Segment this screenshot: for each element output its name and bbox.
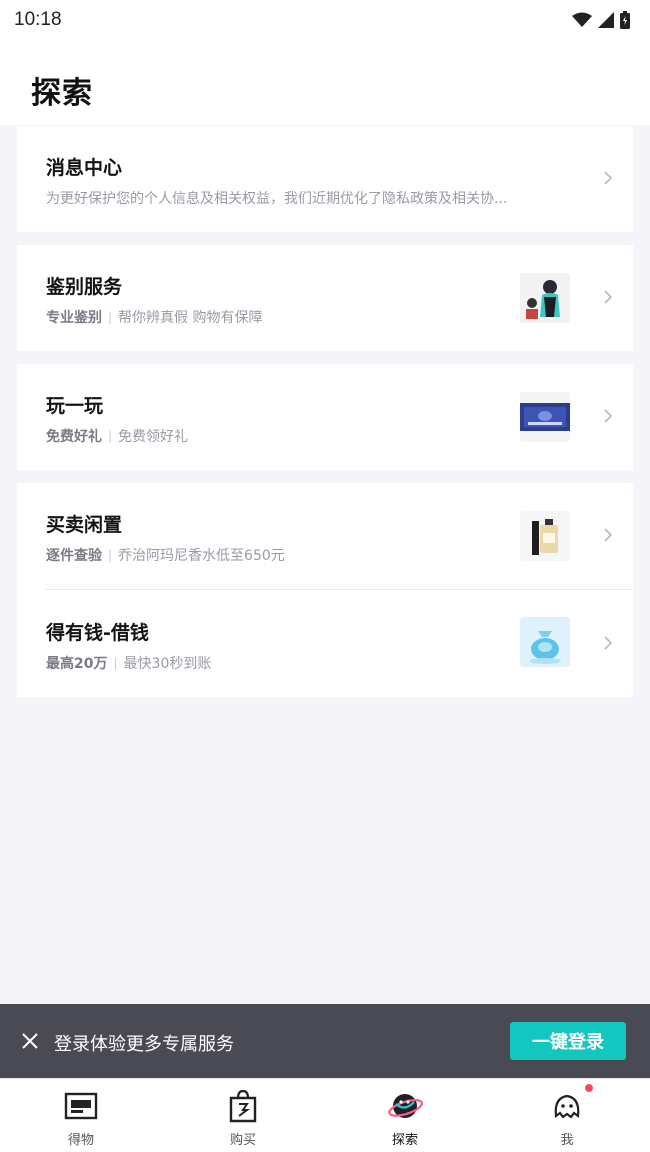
second-hand-row[interactable]: 买卖闲置 逐件查验 | 乔治阿玛尼香水低至650元 bbox=[17, 483, 633, 590]
row-subtitle-text: 乔治阿玛尼香水低至650元 bbox=[118, 548, 285, 564]
identify-service-row[interactable]: 鉴别服务 专业鉴别 | 帮你辨真假 购物有保障 bbox=[17, 245, 633, 351]
row-subtitle-text: 帮你辨真假 购物有保障 bbox=[118, 310, 263, 326]
tab-label: 得物 bbox=[67, 1133, 94, 1148]
row-subtitle-text: 免费领好礼 bbox=[118, 429, 189, 445]
row-tag: 专业鉴别 bbox=[46, 310, 102, 326]
tab-label: 我 bbox=[560, 1133, 574, 1148]
shopping-bag-icon bbox=[229, 1089, 257, 1123]
game-banner-thumbnail bbox=[520, 392, 570, 442]
chevron-right-icon bbox=[604, 636, 613, 650]
chevron-right-icon bbox=[604, 290, 613, 304]
bottom-tab-bar: 得物 购买 探索 我 bbox=[0, 1078, 650, 1152]
row-subtitle: 为更好保护您的个人信息及相关权益，我们近期优化了隐私政策及相关协... bbox=[46, 188, 507, 208]
row-subtitle: 最高20万 | 最快30秒到账 bbox=[46, 653, 211, 673]
row-title: 得有钱-借钱 bbox=[46, 622, 149, 644]
message-center-card: 消息中心 为更好保护您的个人信息及相关权益，我们近期优化了隐私政策及相关协... bbox=[17, 126, 633, 232]
row-divider bbox=[46, 589, 633, 590]
battery-icon bbox=[620, 11, 630, 29]
row-subtitle: 免费好礼 | 免费领好礼 bbox=[46, 426, 188, 446]
tab-dewu[interactable]: 得物 bbox=[0, 1079, 162, 1152]
ghost-profile-icon bbox=[554, 1094, 580, 1119]
identify-service-card: 鉴别服务 专业鉴别 | 帮你辨真假 购物有保障 bbox=[17, 245, 633, 351]
perfume-bottle-thumbnail bbox=[520, 511, 570, 561]
row-title: 鉴别服务 bbox=[46, 276, 123, 298]
row-subtitle: 逐件查验 | 乔治阿玛尼香水低至650元 bbox=[46, 545, 285, 565]
login-banner: 登录体验更多专属服务 一键登录 bbox=[0, 1004, 650, 1078]
row-tag: 最高20万 bbox=[46, 656, 108, 672]
play-row[interactable]: 玩一玩 免费好礼 | 免费领好礼 bbox=[17, 364, 633, 470]
poison-box-icon bbox=[64, 1092, 98, 1120]
close-icon[interactable] bbox=[20, 1031, 40, 1051]
one-click-login-button[interactable]: 一键登录 bbox=[510, 1022, 626, 1060]
row-subtitle-text: 为更好保护您的个人信息及相关权益，我们近期优化了隐私政策及相关协... bbox=[46, 191, 508, 207]
login-banner-text: 登录体验更多专属服务 bbox=[54, 1034, 234, 1055]
row-subtitle-text: 最快30秒到账 bbox=[123, 656, 212, 672]
identify-figure-thumbnail bbox=[520, 273, 570, 323]
planet-icon bbox=[388, 1094, 423, 1118]
chevron-right-icon bbox=[604, 171, 613, 185]
row-title: 玩一玩 bbox=[46, 395, 104, 417]
wifi-icon bbox=[572, 12, 592, 27]
page-title: 探索 bbox=[31, 76, 93, 111]
trade-and-loan-card: 买卖闲置 逐件查验 | 乔治阿玛尼香水低至650元 得有钱-借钱 最高20万 |… bbox=[17, 483, 633, 697]
row-tag: 逐件查验 bbox=[46, 548, 102, 564]
money-bag-thumbnail bbox=[520, 617, 570, 667]
separator: | bbox=[108, 429, 113, 443]
message-center-row[interactable]: 消息中心 为更好保护您的个人信息及相关权益，我们近期优化了隐私政策及相关协... bbox=[17, 126, 633, 232]
tab-explore[interactable]: 探索 bbox=[324, 1079, 486, 1152]
separator: | bbox=[108, 310, 113, 324]
page-header: 探索 bbox=[0, 40, 650, 125]
chevron-right-icon bbox=[604, 409, 613, 423]
chevron-right-icon bbox=[604, 528, 613, 542]
status-time: 10:18 bbox=[14, 9, 62, 30]
tab-buy[interactable]: 购买 bbox=[162, 1079, 324, 1152]
tab-label: 探索 bbox=[391, 1133, 418, 1148]
separator: | bbox=[113, 656, 118, 670]
notification-badge bbox=[583, 1082, 595, 1094]
row-title: 消息中心 bbox=[46, 157, 123, 179]
tab-label: 购买 bbox=[229, 1133, 256, 1148]
row-title: 买卖闲置 bbox=[46, 514, 123, 536]
separator: | bbox=[108, 548, 113, 562]
cellular-signal-icon bbox=[598, 12, 614, 28]
status-icons bbox=[572, 11, 630, 29]
row-tag: 免费好礼 bbox=[46, 429, 102, 445]
loan-row[interactable]: 得有钱-借钱 最高20万 | 最快30秒到账 bbox=[17, 591, 633, 697]
tab-me[interactable]: 我 bbox=[486, 1079, 648, 1152]
status-bar: 10:18 bbox=[0, 0, 650, 40]
row-subtitle: 专业鉴别 | 帮你辨真假 购物有保障 bbox=[46, 307, 263, 327]
play-card: 玩一玩 免费好礼 | 免费领好礼 bbox=[17, 364, 633, 470]
